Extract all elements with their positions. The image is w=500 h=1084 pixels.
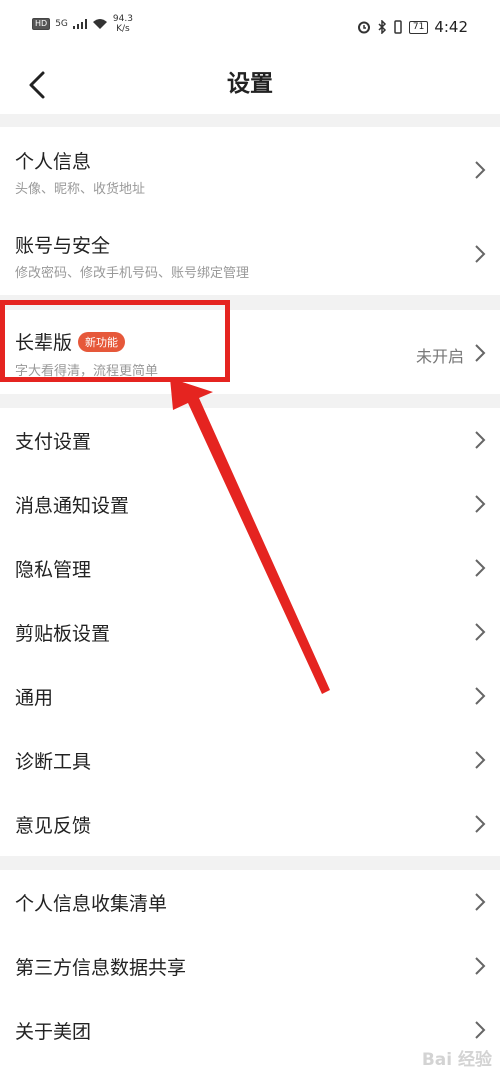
chevron-right-icon bbox=[475, 245, 486, 263]
bluetooth-icon bbox=[378, 20, 386, 34]
speed-value: 94.3 bbox=[112, 14, 133, 24]
signal-icon bbox=[72, 19, 87, 29]
nav-bar: 设置 bbox=[0, 56, 500, 114]
row-title: 支付设置 bbox=[15, 431, 92, 453]
chevron-right-icon bbox=[475, 161, 486, 179]
row-title: 个人信息收集清单 bbox=[15, 893, 168, 915]
setting-row[interactable]: 隐私管理 bbox=[0, 536, 500, 600]
elder-status-value: 未开启 bbox=[415, 347, 464, 366]
hd-indicator: HD bbox=[32, 18, 51, 30]
row-title: 意见反馈 bbox=[15, 815, 92, 837]
row-title: 剪贴板设置 bbox=[15, 623, 111, 645]
row-title: 诊断工具 bbox=[15, 751, 92, 773]
vibrate-icon bbox=[394, 20, 402, 34]
setting-row[interactable]: 支付设置 bbox=[0, 408, 500, 472]
row-personal-info[interactable]: 个人信息 头像、昵称、收货地址 bbox=[0, 127, 500, 212]
network-speed: 94.3 K/s bbox=[113, 14, 133, 34]
row-title: 隐私管理 bbox=[15, 559, 92, 581]
row-title: 关于美团 bbox=[15, 1021, 92, 1043]
chevron-right-icon bbox=[475, 1021, 486, 1039]
about-row[interactable]: 个人信息收集清单 bbox=[0, 870, 500, 934]
chevron-right-icon bbox=[475, 344, 486, 362]
setting-row[interactable]: 意见反馈 bbox=[0, 792, 500, 856]
chevron-right-icon bbox=[475, 431, 486, 449]
row-title: 消息通知设置 bbox=[15, 495, 130, 517]
status-right: 71 4:42 bbox=[357, 18, 468, 36]
row-title: 个人信息 bbox=[15, 151, 92, 173]
chevron-right-icon bbox=[475, 687, 486, 705]
setting-row[interactable]: 消息通知设置 bbox=[0, 472, 500, 536]
chevron-right-icon bbox=[475, 623, 486, 641]
setting-row[interactable]: 剪贴板设置 bbox=[0, 600, 500, 664]
settings-group: 支付设置消息通知设置 隐私管理剪贴板设置通用诊断工具意见反馈 bbox=[0, 408, 500, 856]
speed-unit: K/s bbox=[116, 24, 130, 34]
about-row[interactable]: 第三方信息数据共享 bbox=[0, 934, 500, 998]
alarm-icon bbox=[357, 21, 370, 34]
status-bar: HD 5G 94.3 K/s 71 4:42 bbox=[0, 0, 500, 56]
chevron-right-icon bbox=[475, 957, 486, 975]
battery-level: 71 bbox=[408, 20, 429, 34]
status-left: HD 5G 94.3 K/s bbox=[32, 14, 133, 34]
chevron-right-icon bbox=[475, 495, 486, 513]
row-subtitle: 修改密码、修改手机号码、账号绑定管理 bbox=[15, 266, 250, 281]
clock: 4:42 bbox=[434, 18, 468, 36]
row-title: 通用 bbox=[15, 687, 54, 709]
row-title: 第三方信息数据共享 bbox=[15, 957, 187, 979]
page-title: 设置 bbox=[227, 71, 273, 97]
setting-row[interactable]: 诊断工具 bbox=[0, 728, 500, 792]
network-type: 5G bbox=[55, 19, 68, 29]
highlight-box bbox=[0, 300, 230, 382]
chevron-right-icon bbox=[475, 559, 486, 577]
row-account-security[interactable]: 账号与安全 修改密码、修改手机号码、账号绑定管理 bbox=[0, 212, 500, 295]
row-title: 账号与安全 bbox=[15, 235, 111, 257]
chevron-right-icon bbox=[475, 815, 486, 833]
setting-row[interactable]: 通用 bbox=[0, 664, 500, 728]
profile-group: 个人信息 头像、昵称、收货地址 账号与安全 修改密码、修改手机号码、账号绑定管理 bbox=[0, 127, 500, 295]
wifi-icon bbox=[92, 19, 107, 29]
chevron-right-icon bbox=[475, 751, 486, 769]
row-subtitle: 头像、昵称、收货地址 bbox=[15, 182, 146, 197]
chevron-right-icon bbox=[475, 893, 486, 911]
watermark: Bai 经验 bbox=[421, 1050, 492, 1070]
